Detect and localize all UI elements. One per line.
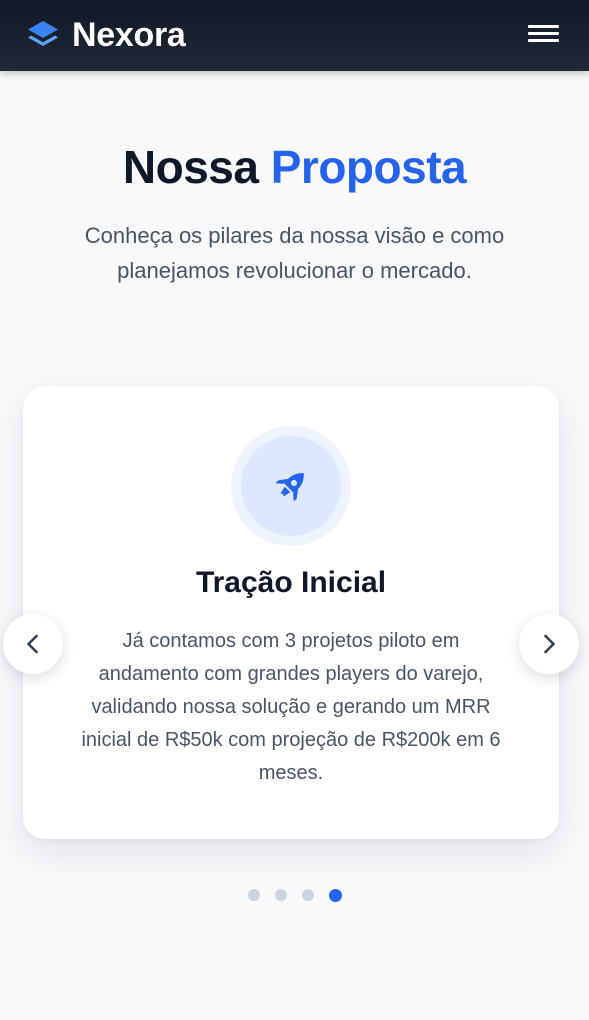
carousel-next-button[interactable] [519,614,579,674]
carousel-slide-card: Tração Inicial Já contamos com 3 projeto… [23,386,559,839]
rocket-icon [275,473,304,502]
slide-icon-container [231,426,351,546]
carousel-dot-4[interactable] [328,888,342,902]
layers-icon [28,21,58,46]
carousel-prev-button[interactable] [3,614,63,674]
section-subtitle: Conheça os pilares da nossa visão e como… [84,223,505,283]
slide-icon-circle [241,436,341,536]
chevron-left-icon [27,634,38,654]
menu-bar [528,32,559,35]
section-title: Nossa Proposta [0,140,589,194]
brand-logo[interactable]: Nexora [26,15,186,54]
chevron-right-icon [544,634,555,654]
section-title-accent: Proposta [270,141,467,193]
hamburger-menu-icon[interactable] [528,24,559,44]
carousel-dot-3[interactable] [301,889,314,901]
carousel-dots [0,888,589,902]
carousel-dot-2[interactable] [274,889,287,901]
navbar: Nexora [0,0,589,71]
section-title-main: Nossa [122,141,259,193]
menu-bar [528,25,559,28]
slide-description: Já contamos com 3 projetos piloto em and… [81,630,501,784]
slide-title: Tração Inicial [195,566,387,599]
brand-name: Nexora [72,15,186,54]
carousel-dot-1[interactable] [247,889,260,901]
menu-bar [528,39,559,42]
